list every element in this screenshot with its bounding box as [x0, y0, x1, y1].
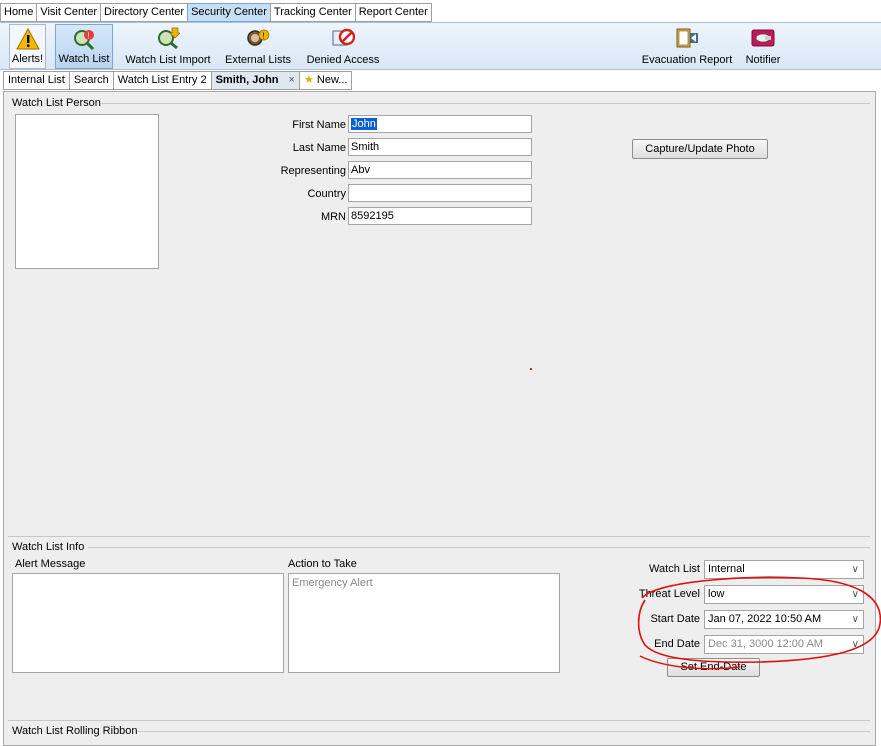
watch-list-entry-panel: Watch List Person First Name John Last N…	[3, 91, 876, 746]
tab-smith-john-label: Smith, John	[215, 74, 279, 86]
toolbar: Alerts! ! Watch List Watch List Import !…	[0, 22, 881, 70]
external-lists-button[interactable]: ! External Lists	[222, 24, 294, 69]
set-end-date-button[interactable]: Set End-Date	[667, 658, 760, 677]
end-date-picker[interactable]: Dec 31, 3000 12:00 AM ∨	[704, 635, 864, 654]
tab-watch-list-entry-2[interactable]: Watch List Entry 2	[112, 71, 212, 90]
whistle-icon	[751, 29, 775, 47]
last-name-field[interactable]: Smith	[348, 138, 532, 156]
end-date-label: End Date	[654, 638, 700, 650]
group-divider	[8, 720, 870, 721]
start-date-label: Start Date	[650, 613, 700, 625]
representing-label: Representing	[280, 165, 346, 177]
group-divider	[100, 103, 870, 104]
tab-search[interactable]: Search	[68, 71, 114, 90]
alerts-button[interactable]: Alerts!	[9, 24, 46, 69]
group-divider	[138, 731, 870, 732]
group-divider	[8, 536, 870, 537]
country-field[interactable]	[348, 184, 532, 202]
photo-placeholder	[15, 114, 159, 269]
representing-field[interactable]: Abv	[348, 161, 532, 179]
tab-smith-john[interactable]: Smith, John ×	[210, 71, 300, 90]
menu-tab-security-center[interactable]: Security Center	[187, 3, 271, 22]
threat-level-select-value: low	[708, 588, 725, 600]
menu-tab-directory-center[interactable]: Directory Center	[100, 3, 189, 22]
threat-level-label: Threat Level	[638, 588, 700, 600]
threat-level-select[interactable]: low ∨	[704, 585, 864, 604]
tab-internal-list[interactable]: Internal List	[3, 71, 70, 90]
first-name-field[interactable]: John	[348, 115, 532, 133]
alert-message-label: Alert Message	[15, 558, 86, 570]
svg-text:!: !	[88, 32, 90, 41]
menu-tab-tracking-center[interactable]: Tracking Center	[269, 3, 356, 22]
group-divider	[88, 547, 870, 548]
watch-list-select-label: Watch List	[649, 563, 700, 575]
evacuation-report-icon	[676, 28, 698, 48]
document-tabs: Internal List Search Watch List Entry 2 …	[3, 71, 353, 90]
alert-message-textarea[interactable]	[12, 573, 284, 673]
watch-list-select-value: Internal	[708, 563, 745, 575]
end-date-value: Dec 31, 3000 12:00 AM	[708, 638, 823, 650]
capture-update-photo-button[interactable]: Capture/Update Photo	[632, 139, 768, 159]
chevron-down-icon: ∨	[851, 589, 859, 600]
watch-list-button[interactable]: ! Watch List	[55, 24, 113, 69]
menu-tab-visit-center[interactable]: Visit Center	[36, 3, 101, 22]
country-label: Country	[307, 188, 346, 200]
menu-tab-report-center[interactable]: Report Center	[354, 3, 432, 22]
first-name-label: First Name	[292, 119, 346, 131]
svg-text:!: !	[262, 32, 264, 41]
notifier-button[interactable]: Notifier	[742, 24, 784, 69]
evacuation-report-button[interactable]: Evacuation Report	[640, 24, 734, 69]
tab-new-label: New...	[316, 74, 348, 86]
external-lists-icon: !	[247, 29, 270, 46]
chevron-down-icon: ∨	[851, 639, 859, 650]
watch-list-person-title: Watch List Person	[12, 97, 101, 109]
denied-access-icon	[332, 28, 355, 46]
stray-mark	[530, 368, 532, 370]
close-icon[interactable]: ×	[289, 74, 295, 86]
start-date-picker[interactable]: Jan 07, 2022 10:50 AM ∨	[704, 610, 864, 629]
warning-icon	[15, 28, 40, 50]
rolling-ribbon-title: Watch List Rolling Ribbon	[12, 725, 138, 737]
menu-tab-home[interactable]: Home	[0, 3, 38, 22]
watch-list-icon: !	[74, 30, 95, 50]
import-icon	[158, 27, 180, 49]
tab-new[interactable]: ★ New...	[298, 71, 353, 90]
action-to-take-textarea[interactable]: Emergency Alert	[288, 573, 560, 673]
last-name-label: Last Name	[292, 142, 346, 154]
denied-access-button[interactable]: Denied Access	[302, 24, 384, 69]
action-to-take-label: Action to Take	[288, 558, 357, 570]
watch-list-import-button[interactable]: Watch List Import	[123, 24, 213, 69]
start-date-value: Jan 07, 2022 10:50 AM	[708, 613, 822, 625]
mrn-label: MRN	[320, 211, 346, 223]
star-icon: ★	[303, 74, 314, 86]
menu-tabs: Home Visit Center Directory Center Secur…	[0, 3, 432, 22]
watch-list-info-title: Watch List Info	[12, 541, 85, 553]
mrn-field[interactable]: 8592195	[348, 207, 532, 225]
first-name-value: John	[351, 118, 377, 130]
chevron-down-icon: ∨	[851, 564, 859, 575]
chevron-down-icon: ∨	[851, 614, 859, 625]
watch-list-select[interactable]: Internal ∨	[704, 560, 864, 579]
